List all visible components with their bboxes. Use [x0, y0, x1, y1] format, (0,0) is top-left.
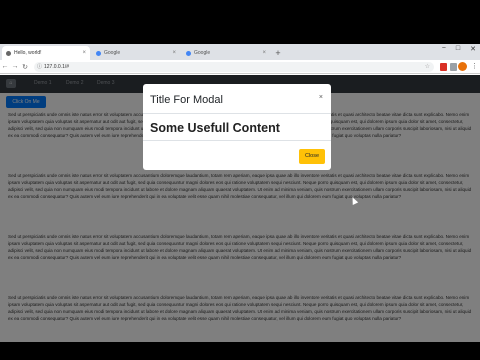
address-bar[interactable]: ⓘ 127.0.0.1/# ☆: [34, 62, 434, 72]
profile-avatar[interactable]: [458, 62, 467, 71]
toolbar: ← → ↻ ⓘ 127.0.0.1/# ☆: [0, 60, 480, 74]
back-arrow-icon[interactable]: ←: [0, 63, 10, 70]
info-icon[interactable]: ⓘ: [37, 62, 42, 72]
close-tab-icon[interactable]: ×: [262, 50, 266, 56]
video-frame: Hello, world! × Google × Google × + − □ …: [0, 0, 480, 360]
tab-google-2[interactable]: Google ×: [182, 46, 270, 60]
close-icon[interactable]: ×: [319, 94, 323, 101]
close-tab-icon[interactable]: ×: [82, 50, 86, 56]
extension-icon[interactable]: [440, 63, 447, 71]
modal-title: Title For Modal: [150, 94, 223, 106]
google-icon: [186, 50, 191, 56]
tab-title: Hello, world!: [14, 50, 42, 56]
globe-icon: [6, 50, 11, 56]
url-text: 127.0.0.1/#: [44, 64, 70, 70]
window-controls: − □ ✕: [442, 45, 476, 53]
tab-title: Google: [104, 50, 121, 56]
extension-icon[interactable]: [450, 63, 457, 71]
modal-header: Title For Modal ×: [143, 84, 331, 114]
tab-strip: Hello, world! × Google × Google × +: [0, 44, 480, 60]
minimize-button[interactable]: −: [442, 45, 446, 53]
modal-footer: Close: [143, 140, 331, 170]
bookmark-star-icon[interactable]: ☆: [425, 62, 430, 72]
modal-body: Some Usefull Content: [150, 121, 280, 135]
tab-title: Google: [194, 50, 211, 56]
google-icon: [96, 50, 101, 56]
maximize-button[interactable]: □: [456, 45, 460, 53]
tab-hello-world[interactable]: Hello, world! ×: [2, 46, 90, 60]
new-tab-button[interactable]: +: [272, 47, 284, 59]
close-button[interactable]: Close: [299, 149, 325, 164]
reload-icon[interactable]: ↻: [20, 63, 30, 71]
forward-arrow-icon[interactable]: →: [10, 63, 20, 70]
close-window-button[interactable]: ✕: [470, 45, 476, 53]
modal-dialog: Title For Modal × Some Usefull Content C…: [143, 84, 331, 170]
menu-dots-icon[interactable]: ⋮: [471, 62, 478, 70]
close-tab-icon[interactable]: ×: [172, 50, 176, 56]
tab-google-1[interactable]: Google ×: [92, 46, 180, 60]
